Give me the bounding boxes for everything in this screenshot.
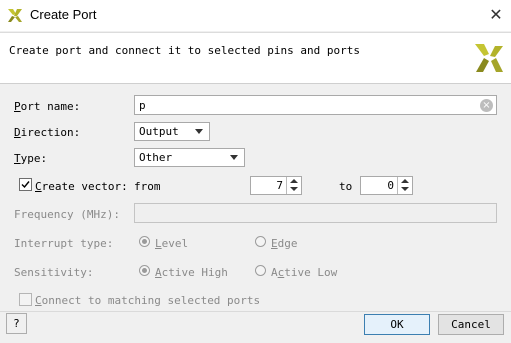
- cancel-button[interactable]: Cancel: [438, 314, 504, 335]
- port-name-label: Port name:: [14, 100, 81, 113]
- active-high-radio[interactable]: [139, 265, 150, 276]
- to-label: to: [339, 180, 353, 193]
- direction-label: Direction:: [14, 126, 81, 139]
- create-vector-label: Create vector:: [35, 180, 128, 193]
- chevron-down-icon: [195, 129, 203, 134]
- from-label: from: [134, 180, 161, 193]
- interrupt-type-label: Interrupt type:: [14, 237, 114, 250]
- create-vector-checkbox[interactable]: [19, 178, 32, 191]
- sensitivity-label: Sensitivity:: [14, 266, 94, 279]
- type-label: Type:: [14, 152, 48, 165]
- direction-select[interactable]: Output: [134, 122, 210, 141]
- chevron-down-icon: [230, 155, 238, 160]
- header-description: Create port and connect it to selected p…: [9, 44, 360, 57]
- type-value: Other: [139, 151, 173, 164]
- from-spinner[interactable]: 7: [250, 176, 302, 195]
- active-low-radio[interactable]: [255, 265, 266, 276]
- from-value: 7: [276, 179, 283, 192]
- spin-down-icon[interactable]: [290, 187, 298, 191]
- interrupt-edge-radio[interactable]: [255, 236, 266, 247]
- frequency-input[interactable]: [134, 203, 497, 223]
- active-high-label: Active High: [155, 266, 228, 279]
- from-spinner-buttons[interactable]: [286, 177, 301, 194]
- interrupt-level-label: Level: [155, 237, 189, 250]
- radio-dot: [142, 268, 147, 273]
- port-name-value: p: [139, 99, 146, 112]
- to-value: 0: [387, 179, 394, 192]
- active-low-label: Active Low: [271, 266, 338, 279]
- to-spinner[interactable]: 0: [360, 176, 413, 195]
- spin-down-icon[interactable]: [401, 187, 409, 191]
- radio-dot: [142, 239, 147, 244]
- vivado-logo-icon: [475, 44, 503, 72]
- ok-button[interactable]: OK: [364, 314, 430, 335]
- connect-matching-checkbox[interactable]: [19, 293, 32, 306]
- close-icon[interactable]: ✕: [484, 3, 508, 27]
- interrupt-edge-label: Edge: [271, 237, 298, 250]
- window-title: Create Port: [30, 7, 97, 22]
- checkmark-icon: [21, 181, 30, 189]
- port-name-input[interactable]: p ×: [134, 95, 497, 115]
- type-select[interactable]: Other: [134, 148, 245, 167]
- to-spinner-buttons[interactable]: [397, 177, 412, 194]
- help-button[interactable]: ?: [6, 313, 27, 334]
- frequency-label: Frequency (MHz):: [14, 208, 120, 221]
- dialog-header: [0, 32, 511, 84]
- footer-divider: [0, 311, 511, 312]
- direction-value: Output: [139, 125, 179, 138]
- clear-icon[interactable]: ×: [480, 99, 493, 112]
- app-logo-icon: [8, 9, 22, 22]
- spin-up-icon[interactable]: [401, 179, 409, 183]
- connect-matching-label: Connect to matching selected ports: [35, 294, 261, 307]
- spin-up-icon[interactable]: [290, 179, 298, 183]
- interrupt-level-radio[interactable]: [139, 236, 150, 247]
